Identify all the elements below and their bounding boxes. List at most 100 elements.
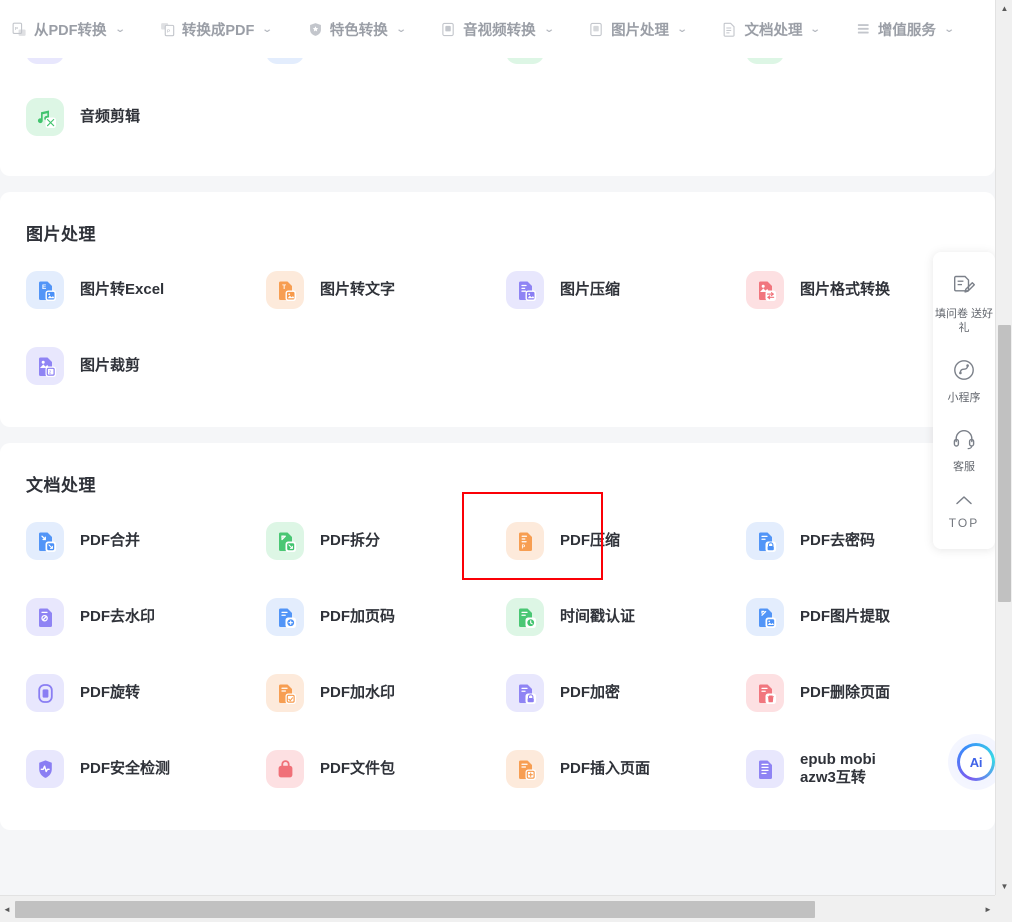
tool-card[interactable]: T 图片转文字 [266,257,506,323]
vertical-scrollbar[interactable]: ▲ ▼ [995,0,1012,895]
tool-card[interactable]: 2 图片裁剪 [26,333,266,399]
pdf-portfolio-icon [266,750,304,788]
tool-grid: 音频剪辑 [0,78,995,150]
image-icon [589,22,604,37]
tool-card[interactable]: PDF图片提取 [746,584,986,650]
audio-clip-icon [26,98,64,136]
chevron-down-icon: ⌄ [114,23,126,35]
tool-card[interactable]: PDF加页码 [266,584,506,650]
image-to-text-icon: T [266,271,304,309]
page-scroll-container[interactable]: 视频转音频视频格式转换音频格式转换音频压缩音频剪辑图片处理E图片转ExcelT图… [0,58,995,895]
tool-card[interactable]: PDF安全检测 [26,736,266,802]
tool-card[interactable]: 时间戳认证 [506,584,746,650]
tool-card[interactable]: PDF加密 [506,660,746,726]
side-widget-label: 客服 [953,461,975,474]
tool-card[interactable]: 图片压缩 [506,257,746,323]
tool-card[interactable]: E 图片转Excel [26,257,266,323]
tool-card[interactable]: 音频压缩 [746,58,986,78]
tool-card[interactable]: 视频格式转换 [266,58,506,78]
svg-text:P: P [167,28,170,33]
tool-card[interactable]: PDF删除页面 [746,660,986,726]
video-to-audio-icon [26,58,64,64]
pdf-extract-image-icon [746,598,784,636]
tool-label: PDF拆分 [320,531,381,549]
audio-compress-icon [746,58,784,64]
side-widget-item-3[interactable]: 客服 [933,415,995,485]
nav-item-4[interactable]: 音视频转换 ⌄ [441,19,555,40]
headset-icon [951,426,977,457]
pdf-merge-icon [26,522,64,560]
tool-card[interactable]: 音频格式转换 [506,58,746,78]
nav-item-label: 图片处理 [611,22,670,39]
image-compress-icon [506,271,544,309]
scroll-up-button[interactable]: ▲ [996,0,1012,17]
side-widget-item-1[interactable]: 填问卷 送好礼 [933,262,995,346]
video-format-convert-icon [266,58,304,64]
floating-side-widget: 填问卷 送好礼 小程序客服 TOP [933,252,995,549]
horizontal-scrollbar-thumb[interactable] [15,901,815,918]
tool-label: 图片转文字 [320,280,396,298]
star-badge-icon [308,22,323,37]
tool-card[interactable]: P PDF压缩 [462,492,746,580]
nav-item-label: 文档处理 [744,22,803,39]
tool-label: PDF插入页面 [560,759,651,777]
tool-card[interactable]: PDF去水印 [26,584,266,650]
tool-label: 图片转Excel [80,280,165,298]
tool-label: epub mobi azw3互转 [800,750,876,786]
tool-label: 图片压缩 [560,280,621,298]
timestamp-certify-icon [506,598,544,636]
tool-label: PDF去密码 [800,531,876,549]
tool-card[interactable]: 音频剪辑 [26,84,266,150]
chevron-down-icon: ⌄ [943,23,955,35]
pdf-delete-page-icon [746,674,784,712]
chevron-down-icon: ⌄ [676,23,688,35]
nav-item-1[interactable]: P 从PDF转换 ⌄ [12,19,126,40]
nav-item-7[interactable]: 增值服务 ⌄ [856,19,955,40]
scroll-right-button[interactable]: ► [981,901,995,918]
nav-item-3[interactable]: 特色转换 ⌄ [308,19,407,40]
tool-card[interactable]: PDF加水印 [266,660,506,726]
nav-item-label: 从PDF转换 [34,22,107,39]
pdf-add-page-number-icon [266,598,304,636]
image-to-excel-icon: E [26,271,64,309]
scroll-down-button[interactable]: ▼ [996,878,1012,895]
nav-item-label: 音视频转换 [463,22,536,39]
svg-text:P: P [521,544,525,550]
chevron-down-icon: ⌄ [395,23,407,35]
tool-label: PDF合并 [80,531,141,549]
svg-text:P: P [15,26,18,31]
pdf-security-scan-icon [26,750,64,788]
tool-label: 图片格式转换 [800,280,891,298]
horizontal-scrollbar[interactable]: ◄ ► [0,895,1012,922]
pdf-convert-to-icon: P [160,22,175,37]
side-widget-label: TOP [948,516,980,530]
nav-item-6[interactable]: 文档处理 ⌄ [722,19,821,40]
document-icon [722,22,737,37]
svg-text:T: T [282,284,286,291]
miniprogram-icon [951,357,977,388]
tool-card[interactable]: PDF插入页面 [506,736,746,802]
scrollbar-corner [995,895,1012,922]
tool-label: PDF去水印 [80,607,156,625]
nav-item-2[interactable]: P 转换成PDF ⌄ [160,19,273,40]
side-widget-item-2[interactable]: 小程序 [933,346,995,416]
audio-format-convert-icon [506,58,544,64]
nav-item-label: 特色转换 [329,22,388,39]
list-icon [856,22,871,37]
tool-label: 时间戳认证 [560,607,636,625]
tool-card[interactable]: 视频转音频 [26,58,266,78]
tool-card[interactable]: PDF文件包 [266,736,506,802]
app-root: P 从PDF转换 ⌄ P 转换成PDF ⌄ 特色转换 ⌄ 音视频转换 ⌄ 图片处理 ⌄ 文档处理 ⌄ 增值服… [0,0,1012,922]
tool-card[interactable]: PDF拆分 [266,508,506,574]
tool-label: PDF删除页面 [800,683,891,701]
tool-card[interactable]: PDF合并 [26,508,266,574]
scroll-left-button[interactable]: ◄ [0,901,14,918]
tool-label: PDF加页码 [320,607,396,625]
vertical-scrollbar-thumb[interactable] [998,325,1011,602]
tool-label: PDF图片提取 [800,607,891,625]
section-image-processing: 图片处理 E 图片转Excel T 图片转文字 图片压缩 图片格式转换 2 图片裁剪 [0,192,995,427]
tool-card[interactable]: PDF旋转 [26,660,266,726]
side-widget-item-4[interactable]: TOP [933,485,995,541]
nav-item-5[interactable]: 图片处理 ⌄ [589,19,688,40]
tool-label: PDF旋转 [80,683,141,701]
